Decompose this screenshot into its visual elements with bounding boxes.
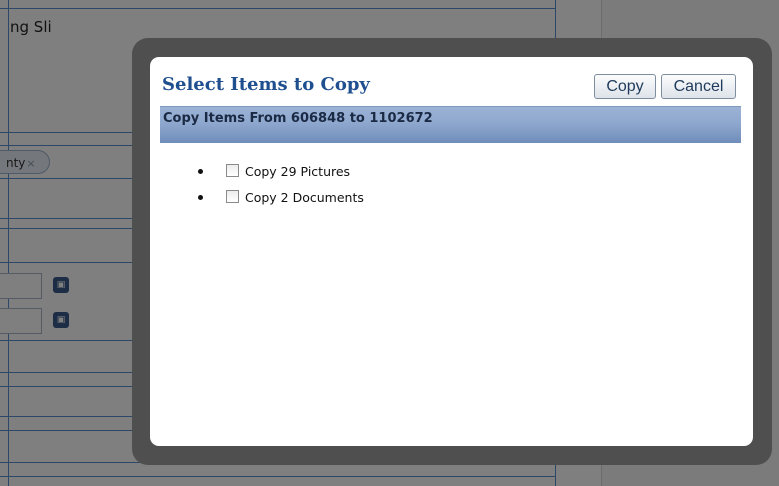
dialog-title: Select Items to Copy	[162, 74, 370, 95]
copy-documents-checkbox[interactable]	[226, 190, 239, 203]
copy-pictures-label[interactable]: Copy 29 Pictures	[245, 164, 350, 179]
list-item: Copy 2 Documents	[150, 187, 550, 207]
copy-button[interactable]: Copy	[594, 74, 656, 99]
cancel-button[interactable]: Cancel	[661, 74, 736, 99]
copy-pictures-checkbox[interactable]	[226, 164, 239, 177]
list-item: Copy 29 Pictures	[150, 161, 550, 181]
bullet-icon	[198, 169, 203, 174]
copy-items-dialog: Select Items to Copy Copy Cancel Copy It…	[150, 57, 753, 446]
dialog-header-text: Copy Items From 606848 to 1102672	[163, 111, 433, 126]
copy-documents-label[interactable]: Copy 2 Documents	[245, 190, 364, 205]
dialog-header-bar: Copy Items From 606848 to 1102672	[160, 106, 741, 143]
bullet-icon	[198, 195, 203, 200]
